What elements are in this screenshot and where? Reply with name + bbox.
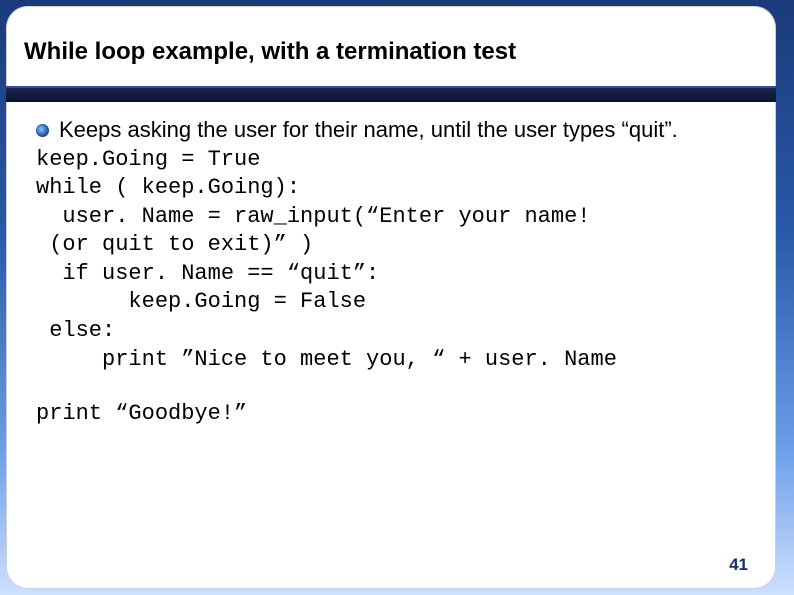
bullet-icon (36, 124, 49, 137)
code-line: else: (36, 317, 746, 346)
inner-panel: While loop example, with a termination t… (6, 6, 776, 589)
code-block: keep.Going = True while ( keep.Going): u… (36, 146, 746, 429)
code-line: (or quit to exit)” ) (36, 231, 746, 260)
bullet-item: Keeps asking the user for their name, un… (36, 116, 746, 144)
code-line: keep.Going = True (36, 146, 746, 175)
code-line: keep.Going = False (36, 288, 746, 317)
slide-title: While loop example, with a termination t… (24, 38, 516, 66)
divider-bar (6, 86, 776, 102)
code-line: if user. Name == “quit”: (36, 260, 746, 289)
code-line: user. Name = raw_input(“Enter your name! (36, 203, 746, 232)
page-number: 41 (729, 555, 748, 575)
content-area: Keeps asking the user for their name, un… (36, 116, 746, 429)
code-line: print “Goodbye!” (36, 400, 746, 429)
code-line: while ( keep.Going): (36, 174, 746, 203)
code-line: print ”Nice to meet you, “ + user. Name (36, 346, 746, 375)
bullet-text: Keeps asking the user for their name, un… (59, 116, 678, 144)
